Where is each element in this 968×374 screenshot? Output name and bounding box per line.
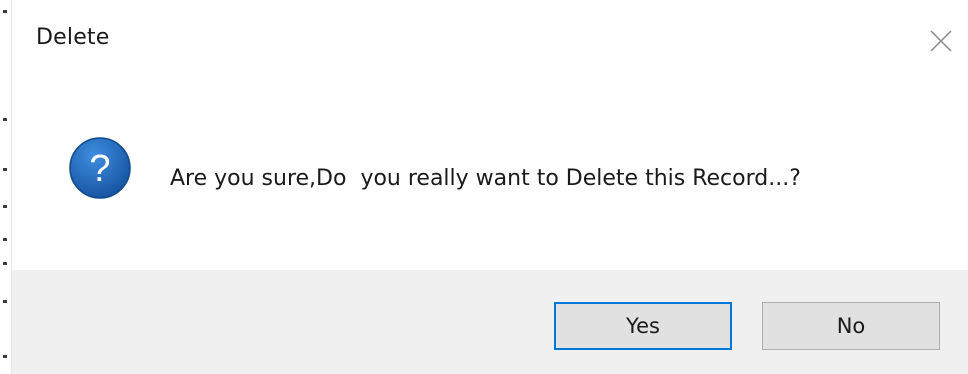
svg-text:?: ?	[89, 148, 110, 190]
background-window-edge	[0, 0, 12, 374]
yes-button[interactable]: Yes	[554, 302, 732, 350]
close-icon	[930, 30, 952, 52]
dialog-title: Delete	[36, 25, 110, 50]
dialog-footer: Yes No	[12, 270, 968, 374]
no-button[interactable]: No	[762, 302, 940, 350]
delete-dialog: Delete ? Are you sure,Do you really want…	[0, 0, 968, 374]
close-button[interactable]	[928, 28, 954, 54]
dialog-message: Are you sure,Do you really want to Delet…	[170, 166, 801, 191]
question-icon: ?	[68, 136, 132, 200]
dialog-content: ? Are you sure,Do you really want to Del…	[12, 84, 968, 270]
dialog-title-bar: Delete	[12, 0, 968, 84]
